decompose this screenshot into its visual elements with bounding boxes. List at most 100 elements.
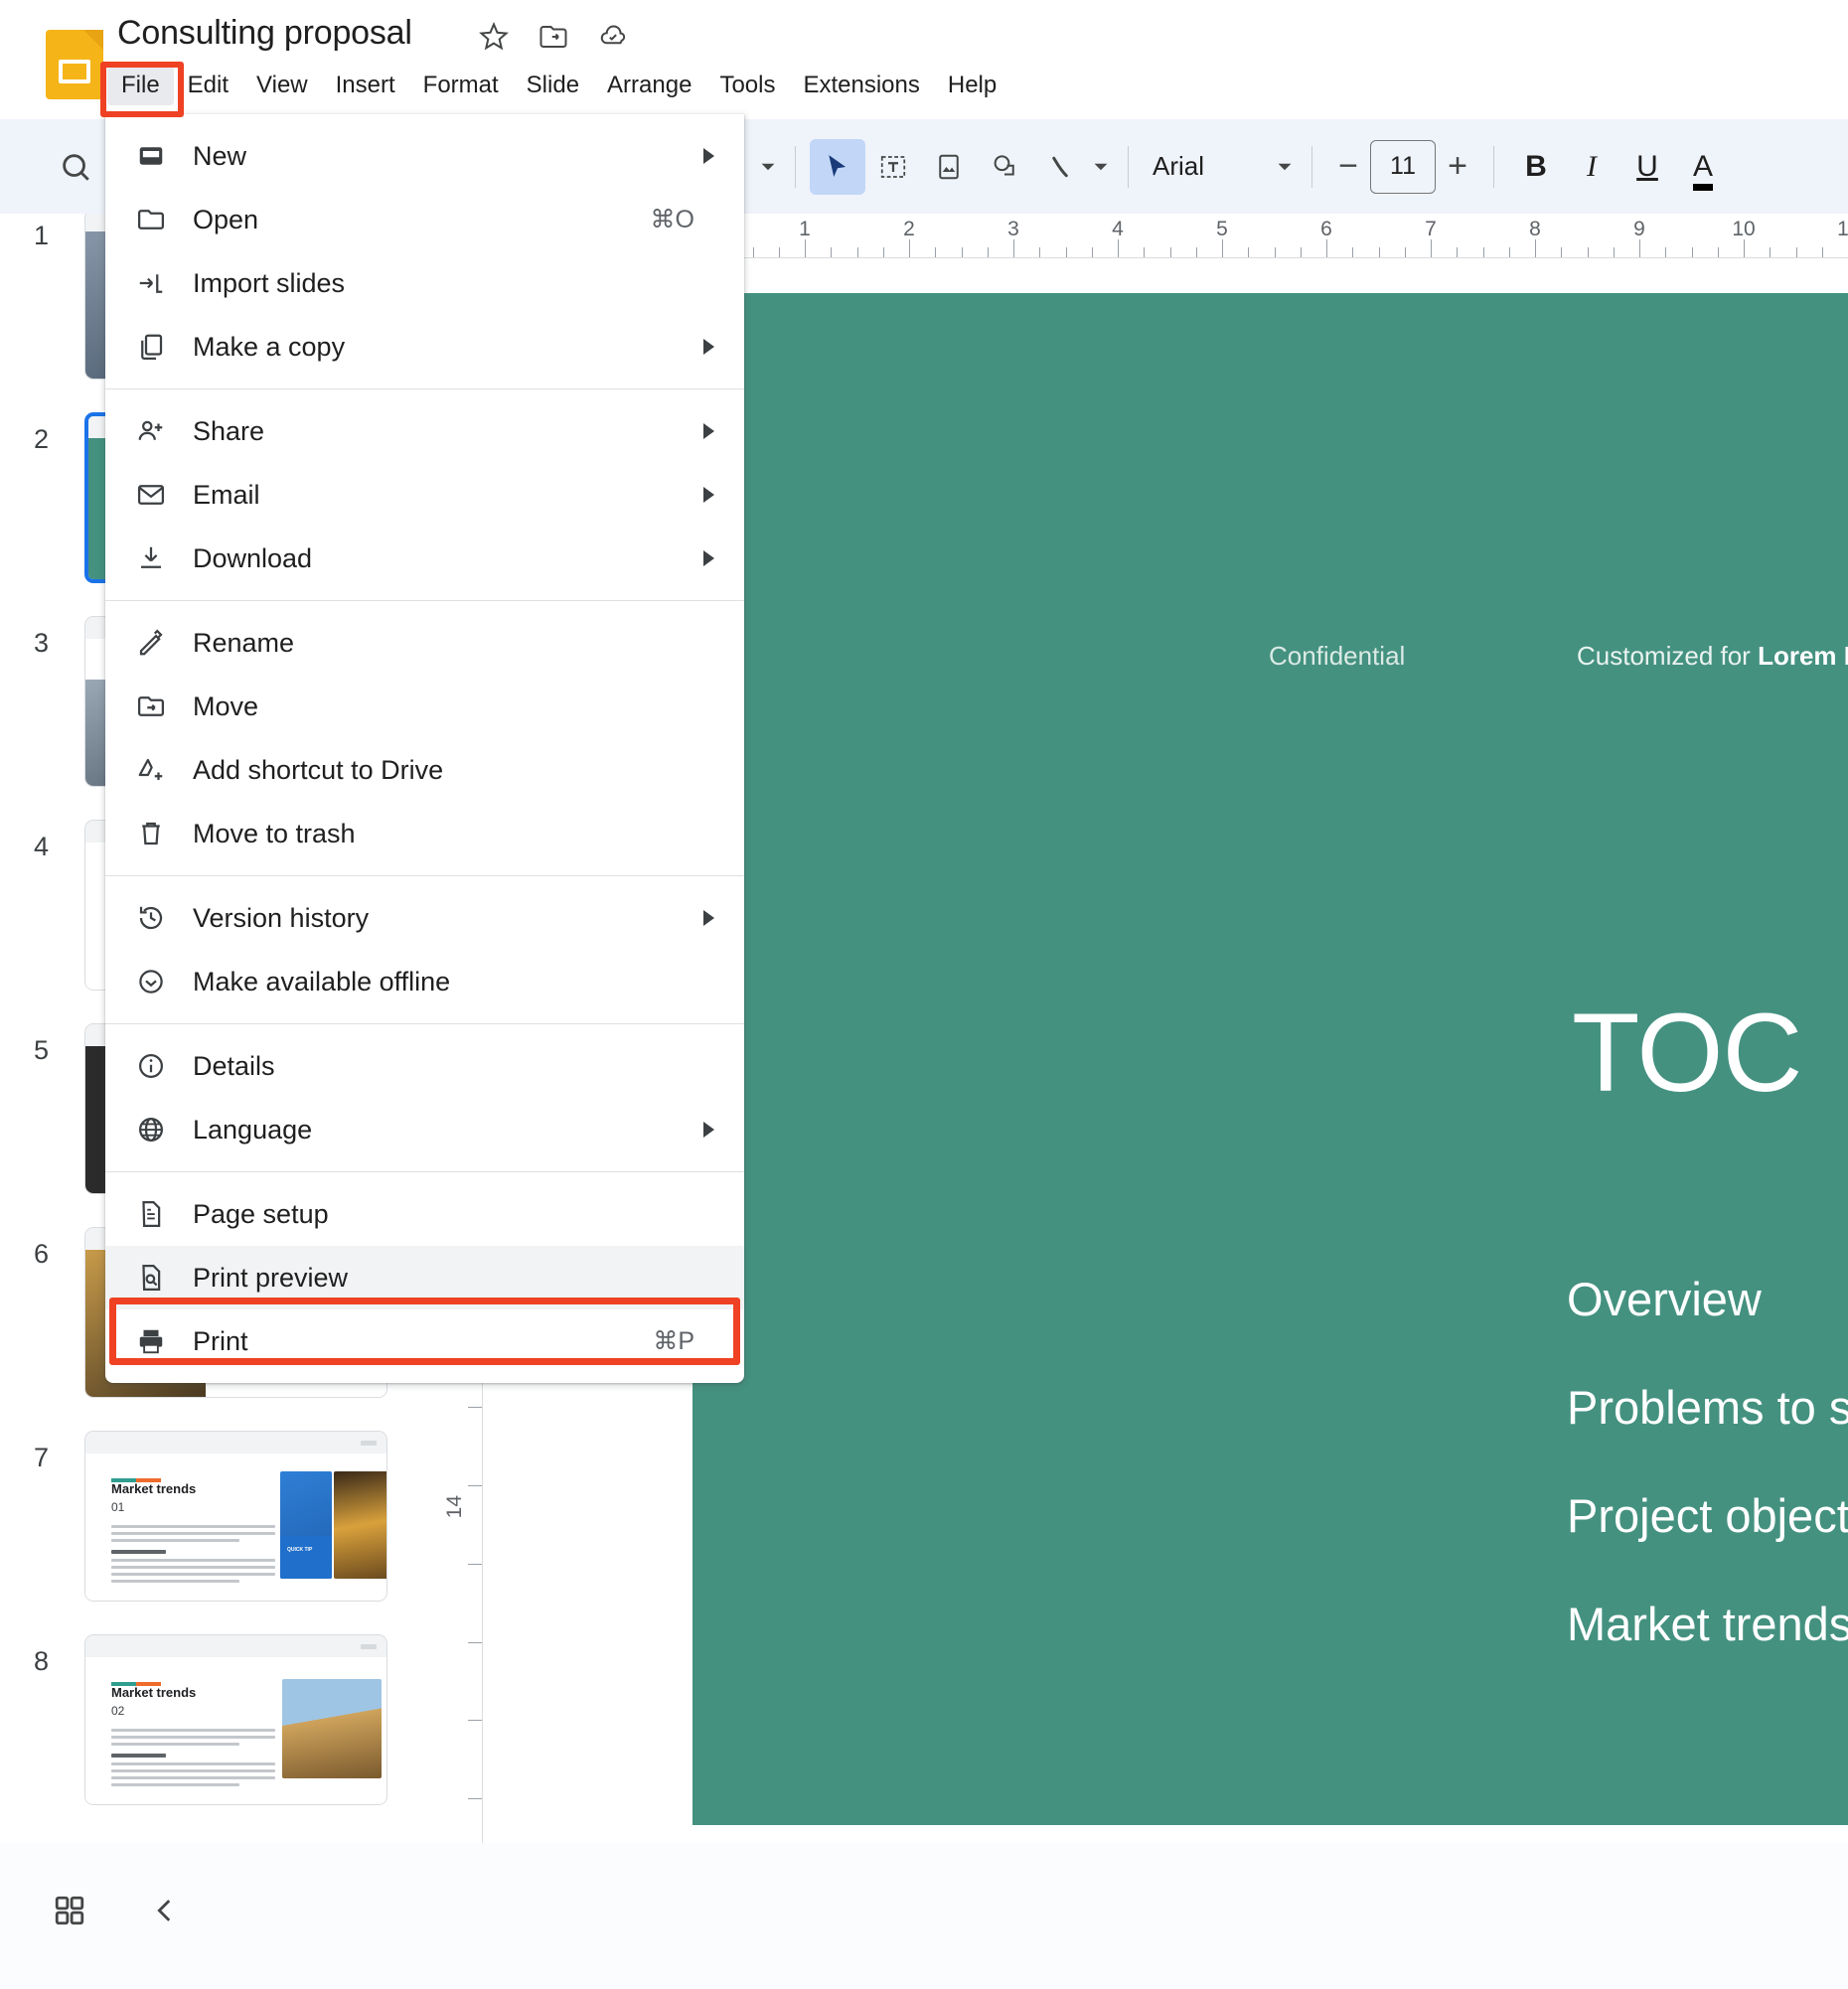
- slide-thumbnail-8[interactable]: Market trends 02: [84, 1634, 387, 1805]
- font-size-input[interactable]: 11: [1370, 139, 1436, 194]
- shape-tool-button[interactable]: [977, 139, 1032, 195]
- menu-format[interactable]: Format: [409, 66, 513, 105]
- text-color-button[interactable]: A: [1675, 139, 1731, 195]
- thumb-title: Market trends: [111, 1481, 197, 1496]
- line-tool-button[interactable]: [1032, 139, 1088, 195]
- move-to-folder-icon[interactable]: [537, 20, 570, 54]
- file-menu-item-print[interactable]: Print ⌘P: [105, 1309, 744, 1373]
- ruler-tick: [1770, 247, 1771, 257]
- file-menu-item-email[interactable]: Email: [105, 463, 744, 527]
- print-icon: [131, 1321, 171, 1361]
- slide-number: 7: [34, 1443, 50, 1472]
- underline-button[interactable]: U: [1619, 139, 1675, 195]
- file-menu-item-new[interactable]: New: [105, 124, 744, 188]
- file-dropdown-menu[interactable]: New Open ⌘O Import slides Make a copy Share Em…: [105, 114, 744, 1383]
- font-family-chevron-icon[interactable]: [1272, 147, 1298, 187]
- slide-customized-label: Customized for Lorem Ipsum LLC: [1577, 641, 1848, 672]
- collapse-filmstrip-button[interactable]: [139, 1885, 191, 1936]
- thumb-title: Market trends: [111, 1685, 197, 1700]
- trash-icon: [131, 814, 171, 853]
- file-menu-item-share[interactable]: Share: [105, 399, 744, 463]
- ruler-tick: [1744, 239, 1745, 257]
- document-title[interactable]: Consulting proposal: [117, 14, 412, 53]
- thumbnail-title-bar: [85, 1635, 386, 1657]
- info-icon: [131, 1046, 171, 1086]
- italic-button[interactable]: I: [1564, 139, 1619, 195]
- ruler-tick: [752, 247, 754, 257]
- menu-item-shortcut: ⌘P: [653, 1327, 694, 1355]
- file-menu-item-version-history[interactable]: Version history: [105, 886, 744, 950]
- file-menu-item-rename[interactable]: Rename: [105, 611, 744, 675]
- slide-thumbnail-7[interactable]: Market trends 01 QUICK TIP: [84, 1431, 387, 1602]
- file-menu-item-add-shortcut-to-drive[interactable]: Add shortcut to Drive: [105, 738, 744, 802]
- menu-item-label: Share: [193, 415, 265, 446]
- thumbnail-body: Market trends 02: [85, 1657, 386, 1804]
- ruler-tick: [1013, 239, 1014, 257]
- insert-image-tool-button[interactable]: [921, 139, 977, 195]
- current-slide[interactable]: Confidential Customized for Lorem Ipsum …: [693, 293, 1848, 1825]
- menu-edit[interactable]: Edit: [174, 66, 242, 105]
- menu-extensions[interactable]: Extensions: [789, 66, 933, 105]
- file-menu-item-make-a-copy[interactable]: Make a copy: [105, 315, 744, 379]
- menu-insert[interactable]: Insert: [322, 66, 409, 105]
- thumbnail-title-bar: [85, 1432, 386, 1454]
- file-menu-item-details[interactable]: Details: [105, 1034, 744, 1098]
- increase-font-size-button[interactable]: +: [1436, 147, 1479, 186]
- file-menu-item-open[interactable]: Open ⌘O: [105, 188, 744, 251]
- file-menu-item-move-to-trash[interactable]: Move to trash: [105, 802, 744, 865]
- menu-file[interactable]: File: [107, 66, 174, 105]
- file-menu-item-download[interactable]: Download: [105, 527, 744, 590]
- ruler-tick: [1508, 247, 1510, 257]
- thumb-image-2: [334, 1471, 386, 1579]
- ruler-tick: [1352, 247, 1354, 257]
- offline-icon: [131, 962, 171, 1001]
- menu-item-shortcut: ⌘O: [650, 206, 694, 233]
- menu-tools[interactable]: Tools: [705, 66, 789, 105]
- menu-item-label: Language: [193, 1114, 313, 1145]
- file-menu-item-import-slides[interactable]: Import slides: [105, 251, 744, 315]
- ruler-tick: [1717, 247, 1719, 257]
- bold-button[interactable]: B: [1508, 139, 1564, 195]
- ruler-tick: [1248, 247, 1250, 257]
- menu-view[interactable]: View: [242, 66, 322, 105]
- history-icon: [131, 898, 171, 938]
- decrease-font-size-button[interactable]: −: [1326, 147, 1370, 186]
- slide-number: 2: [34, 424, 50, 454]
- menu-help[interactable]: Help: [934, 66, 1010, 105]
- ruler-tick: [1144, 247, 1146, 257]
- menu-slide[interactable]: Slide: [513, 66, 593, 105]
- file-menu-item-move[interactable]: Move: [105, 675, 744, 738]
- file-menu-item-language[interactable]: Language: [105, 1098, 744, 1161]
- select-tool-button[interactable]: [810, 138, 865, 195]
- menu-item-label: Open: [193, 204, 259, 234]
- text-box-tool-button[interactable]: [865, 139, 921, 195]
- star-icon[interactable]: [477, 20, 511, 54]
- customized-prefix: Customized for: [1577, 641, 1759, 671]
- grid-view-button[interactable]: [44, 1885, 95, 1936]
- line-options-chevron-icon[interactable]: [1088, 147, 1114, 187]
- customized-client: Lorem Ipsum LLC: [1758, 641, 1848, 671]
- search-icon[interactable]: [40, 131, 111, 203]
- download-icon: [131, 538, 171, 578]
- cloud-saved-icon[interactable]: [596, 20, 630, 54]
- ruler-tick: [856, 247, 858, 257]
- font-family-select[interactable]: Arial: [1143, 151, 1272, 182]
- divider: [795, 145, 796, 188]
- file-menu-item-make-available-offline[interactable]: Make available offline: [105, 950, 744, 1013]
- chevron-down-icon[interactable]: [755, 147, 781, 187]
- file-menu-item-print-preview[interactable]: Print preview: [105, 1246, 744, 1309]
- ruler-tick: [1431, 239, 1432, 257]
- accent-bar: [111, 1469, 161, 1482]
- vruler-tick-label: 14: [443, 1495, 466, 1519]
- file-menu-item-page-setup[interactable]: Page setup: [105, 1182, 744, 1246]
- vruler-tick: [468, 1720, 482, 1722]
- menu-item-label: Version history: [193, 902, 370, 933]
- slide-title: TOC: [1572, 991, 1802, 1115]
- folder-icon: [131, 200, 171, 239]
- thumb-image-1: QUICK TIP: [280, 1471, 332, 1579]
- menu-arrange[interactable]: Arrange: [593, 66, 705, 105]
- ruler-tick-label: 9: [1633, 218, 1645, 240]
- ruler-tick: [1195, 247, 1197, 257]
- horizontal-ruler[interactable]: 1 2 3 4 5 6 7 8 9 10 11: [695, 214, 1848, 258]
- ruler-tick-label: 4: [1112, 218, 1124, 240]
